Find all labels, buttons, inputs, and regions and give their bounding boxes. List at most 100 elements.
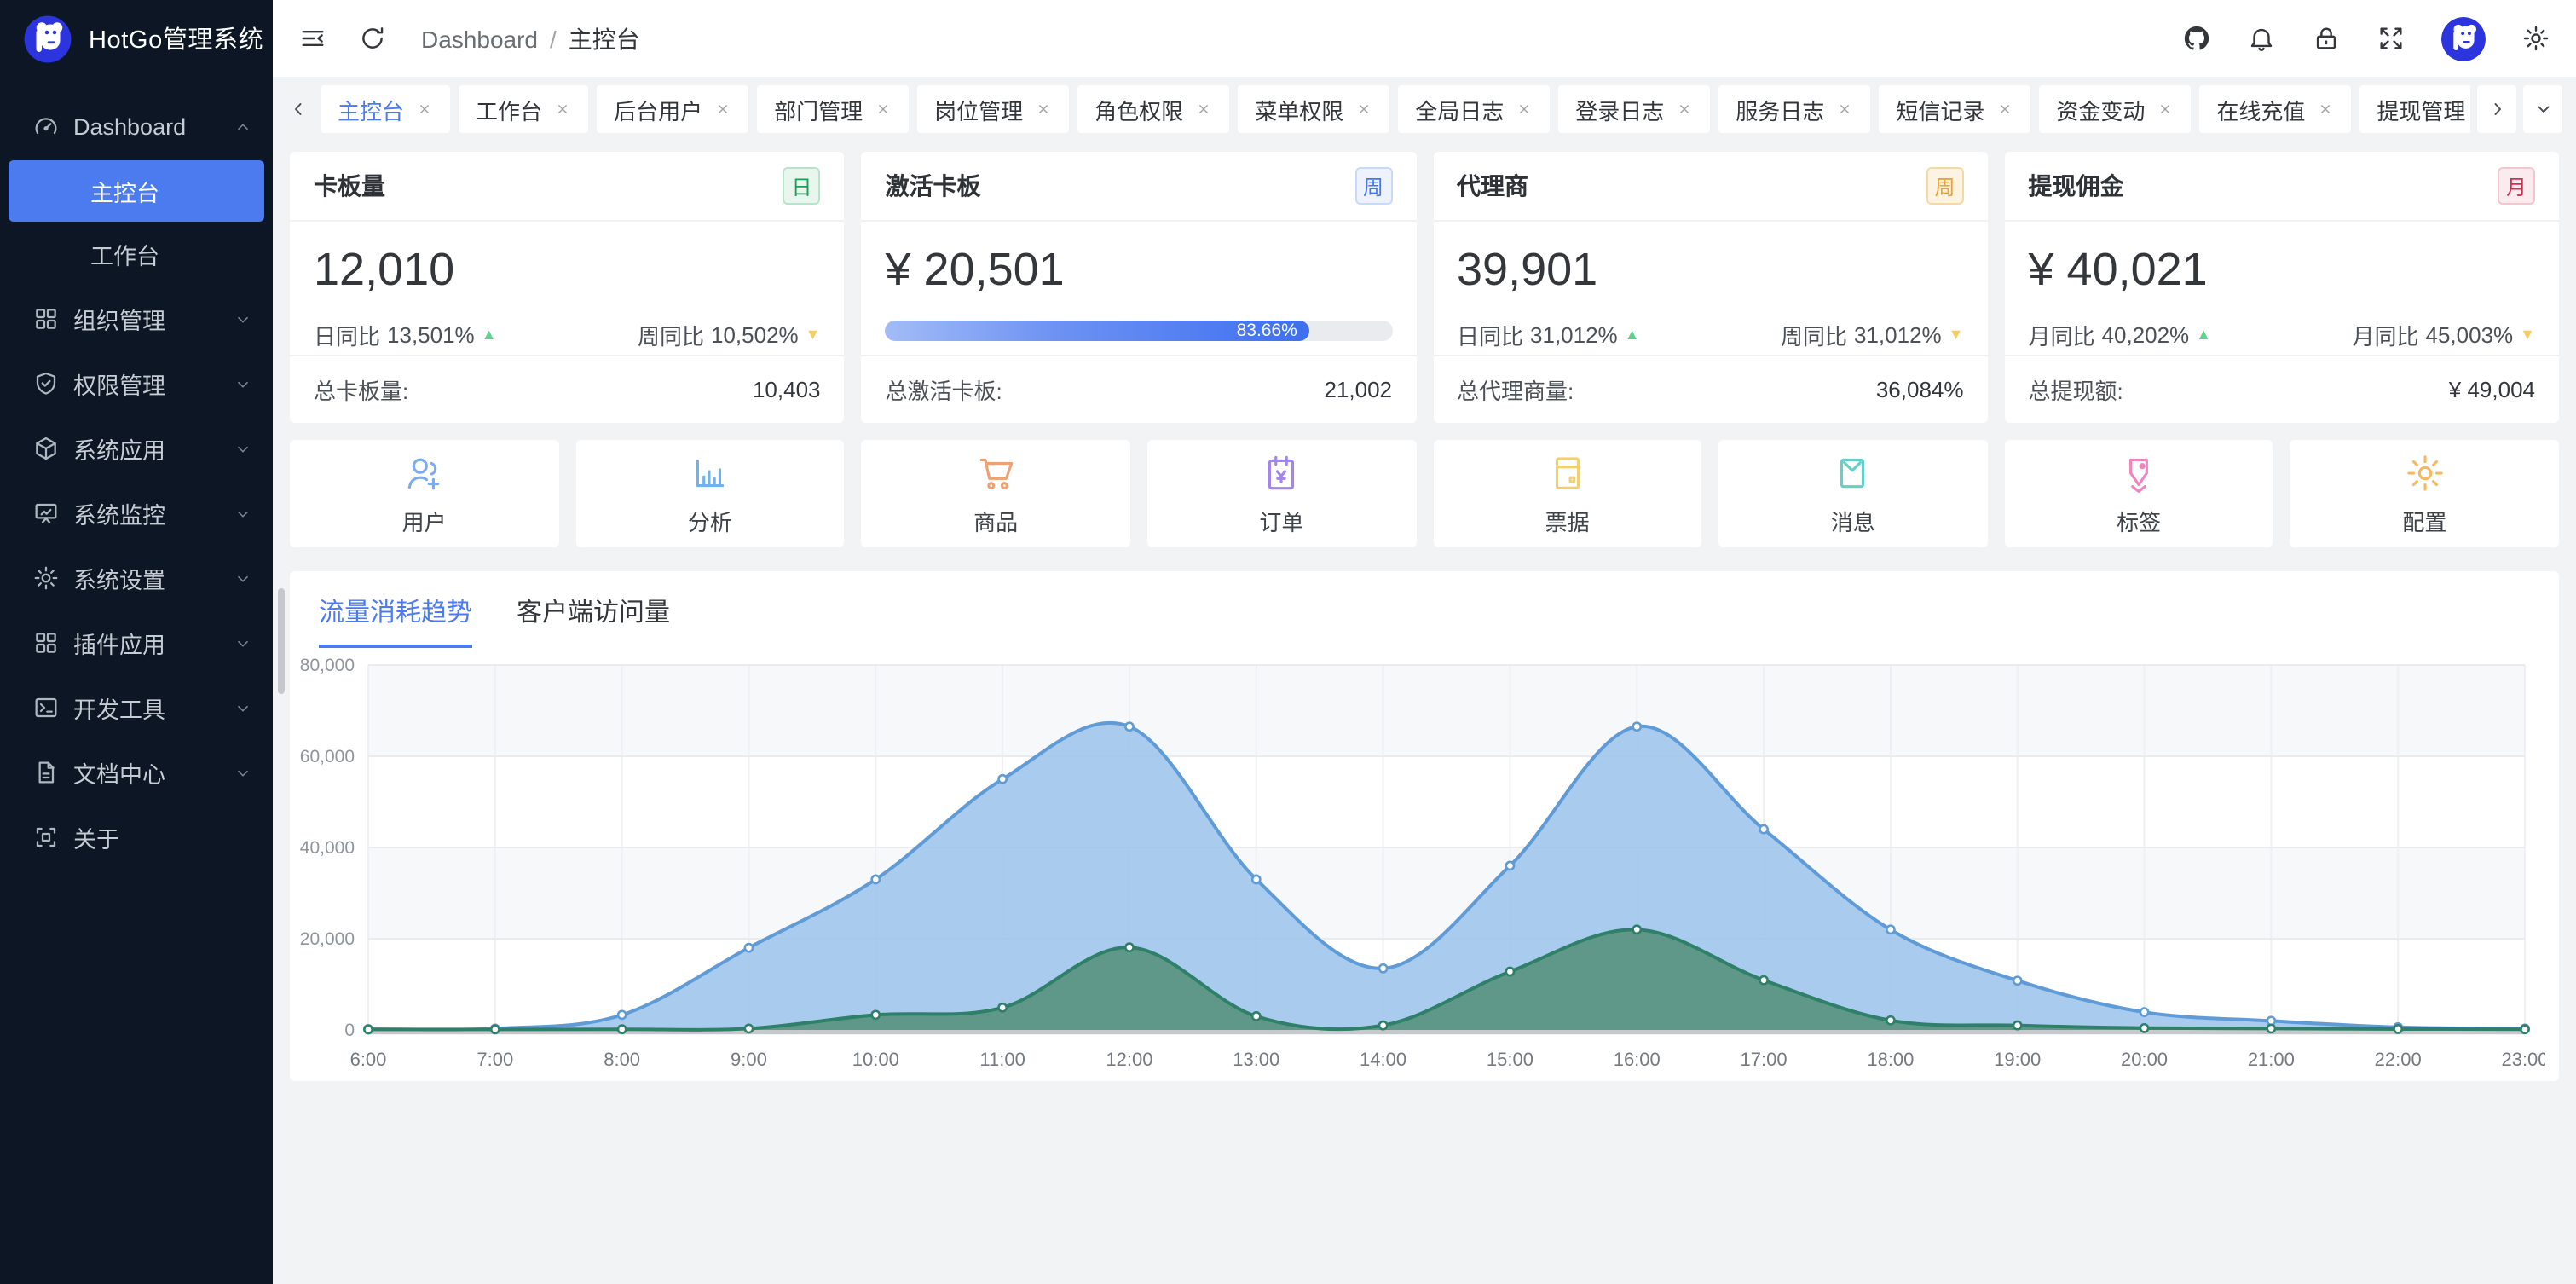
footer-value: 10,403 [753,377,821,402]
svg-text:8:00: 8:00 [604,1049,640,1070]
sidebar-item-Dashboard[interactable]: Dashboard [0,94,273,159]
order-icon [1260,451,1302,494]
dashboard-icon [32,113,60,140]
tab-角色权限[interactable]: 角色权限 [1077,85,1229,133]
svg-text:23:00: 23:00 [2501,1049,2545,1070]
tabs-scroll-left-button[interactable] [281,85,315,133]
chart-tab-流量消耗趋势[interactable]: 流量消耗趋势 [319,593,472,648]
fullscreen-icon [2377,24,2406,53]
sidebar-subitem-主控台[interactable]: 主控台 [9,160,264,222]
shortcut-配置[interactable]: 配置 [2290,440,2559,547]
footer-value: ¥ 49,004 [2449,377,2535,402]
collapse-sidebar-button[interactable] [298,24,327,53]
trend-icon: ▲ [482,327,497,343]
app-logo[interactable]: HotGo管理系统 [0,0,273,77]
close-icon [1676,101,1693,118]
tab-岗位管理[interactable]: 岗位管理 [917,85,1069,133]
notifications-button[interactable] [2247,24,2276,53]
shortcut-分析[interactable]: 分析 [575,440,844,547]
chevron-up-icon [234,117,252,136]
sidebar-item-开发工具[interactable]: 开发工具 [0,675,273,740]
tab-部门管理[interactable]: 部门管理 [757,85,909,133]
sidebar-subitem-工作台[interactable]: 工作台 [9,223,264,285]
close-icon [875,101,892,118]
receipt-icon [1546,451,1589,494]
shortcut-用户[interactable]: 用户 [290,440,558,547]
sidebar-item-组织管理[interactable]: 组织管理 [0,286,273,351]
shortcut-消息[interactable]: 消息 [1718,440,1987,547]
svg-text:9:00: 9:00 [731,1049,767,1070]
tab-短信记录[interactable]: 短信记录 [1879,85,2030,133]
metric-week: 周同比31,012% ▼ [1781,319,1964,351]
dashboard-content: 卡板量 日 12,010 日同比13,501% ▲ 周同比10,502% [273,142,2576,1284]
period-badge-day: 日 [783,167,821,205]
chevron-down-icon [234,698,252,717]
reload-button[interactable] [358,24,387,53]
tag-icon [2117,451,2160,494]
doc-icon [32,759,60,786]
tab-工作台[interactable]: 工作台 [459,85,588,133]
sidebar-item-系统设置[interactable]: 系统设置 [0,546,273,610]
sidebar-item-系统监控[interactable]: 系统监控 [0,481,273,546]
svg-text:19:00: 19:00 [1994,1049,2041,1070]
scrollbar-thumb[interactable] [278,588,285,694]
tab-在线充值[interactable]: 在线充值 [2199,85,2351,133]
tab-资金变动[interactable]: 资金变动 [2039,85,2191,133]
grid-icon [32,305,60,333]
svg-text:11:00: 11:00 [979,1049,1025,1070]
stat-value: 39,901 [1457,244,1964,297]
tab-全局日志[interactable]: 全局日志 [1398,85,1550,133]
tab-登录日志[interactable]: 登录日志 [1558,85,1710,133]
mail-icon [1832,451,1874,494]
sidebar-item-权限管理[interactable]: 权限管理 [0,351,273,416]
topbar-actions [2182,16,2550,61]
breadcrumb-root[interactable]: Dashboard [421,25,538,52]
svg-text:6:00: 6:00 [350,1049,387,1070]
footer-label: 总卡板量: [314,373,408,406]
tab-菜单权限[interactable]: 菜单权限 [1238,85,1389,133]
about-icon [32,824,60,851]
tabs-dropdown-button[interactable] [2523,85,2562,133]
tab-服务日志[interactable]: 服务日志 [1718,85,1870,133]
close-icon [416,101,433,118]
gear-icon [32,564,60,592]
avatar[interactable] [2441,16,2486,61]
shortcut-订单[interactable]: 订单 [1147,440,1416,547]
github-button[interactable] [2182,24,2211,53]
stat-value: 12,010 [314,244,821,297]
svg-text:22:00: 22:00 [2375,1049,2422,1070]
hamburger-icon [298,24,327,53]
period-badge-month: 月 [2498,167,2535,205]
chart-tab-客户端访问量[interactable]: 客户端访问量 [517,593,670,648]
sidebar-item-插件应用[interactable]: 插件应用 [0,610,273,675]
tab-主控台[interactable]: 主控台 [321,85,450,133]
tab-后台用户[interactable]: 后台用户 [597,85,748,133]
footer-label: 总提现额: [2029,373,2123,406]
bell-icon [2247,24,2276,53]
shortcut-票据[interactable]: 票据 [1433,440,1701,547]
cube-icon [32,435,60,462]
mail-icon [1832,451,1874,494]
svg-text:15:00: 15:00 [1487,1049,1533,1070]
metric-month-2: 月同比45,003% ▼ [2352,319,2535,351]
tabs-scroll-right-button[interactable] [2477,85,2516,133]
period-badge-week: 周 [1354,167,1392,205]
svg-text:20:00: 20:00 [2121,1049,2168,1070]
svg-text:7:00: 7:00 [477,1049,513,1070]
shortcut-商品[interactable]: 商品 [862,440,1130,547]
sidebar-item-文档中心[interactable]: 文档中心 [0,740,273,805]
svg-text:0: 0 [344,1021,355,1040]
trend-icon: ▼ [806,327,821,343]
stat-card-card-volume: 卡板量 日 12,010 日同比13,501% ▲ 周同比10,502% [290,152,845,423]
shortcut-标签[interactable]: 标签 [2005,440,2273,547]
fullscreen-button[interactable] [2377,24,2406,53]
svg-text:16:00: 16:00 [1614,1049,1661,1070]
card-title: 激活卡板 [886,169,981,203]
lock-icon [2312,24,2341,53]
settings-button[interactable] [2521,24,2550,53]
tab-提现管理[interactable]: 提现管理 [2359,85,2470,133]
lock-screen-button[interactable] [2312,24,2341,53]
sidebar-item-关于[interactable]: 关于 [0,805,273,870]
sidebar-item-系统应用[interactable]: 系统应用 [0,416,273,481]
breadcrumb-separator: / [550,25,557,52]
